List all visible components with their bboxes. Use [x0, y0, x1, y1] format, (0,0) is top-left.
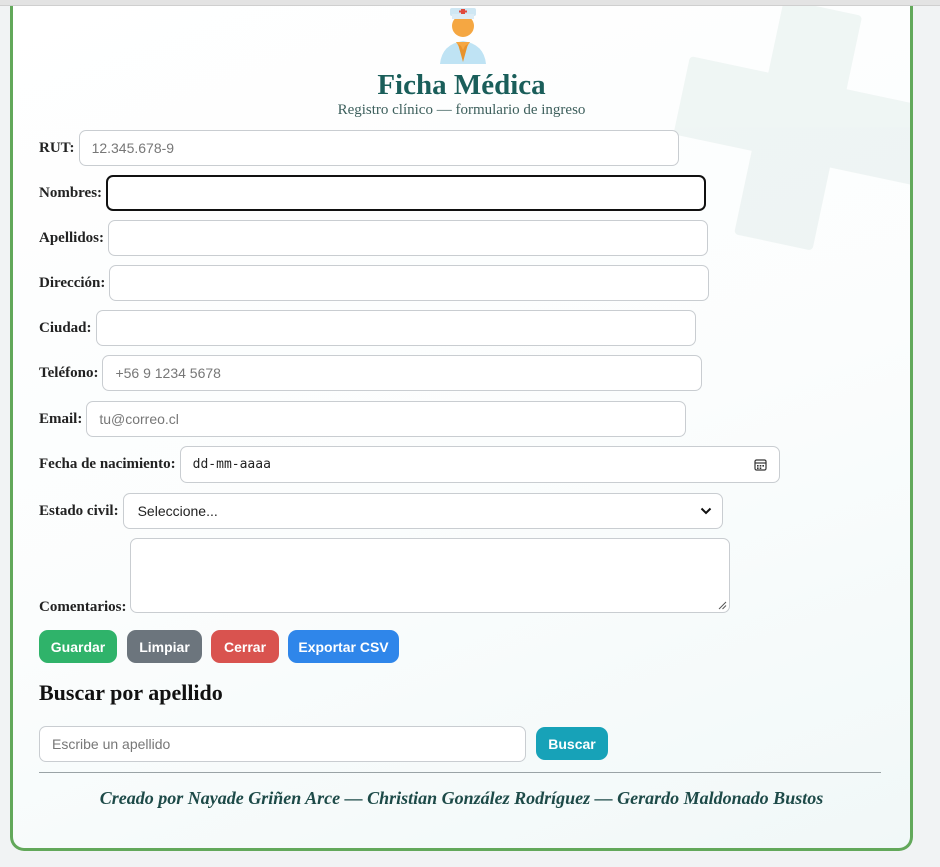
apellidos-input[interactable] — [108, 220, 709, 256]
estado-civil-row: Estado civil: Seleccione... — [39, 493, 723, 529]
footer-credits: Creado por Nayade Griñen Arce — Christia… — [99, 788, 824, 808]
page-subtitle: Registro clínico — formulario de ingreso — [337, 102, 586, 118]
fecha-row: Fecha de nacimiento: dd-mm-aaaa — [39, 446, 780, 483]
estado-civil-selected: Seleccione... — [137, 503, 218, 519]
rut-label: RUT: — [39, 139, 75, 156]
comentarios-textarea[interactable] — [130, 538, 731, 613]
buscar-button[interactable]: Buscar — [536, 727, 608, 760]
fecha-label: Fecha de nacimiento: — [39, 456, 176, 472]
telefono-input[interactable] — [102, 355, 703, 391]
ciudad-row: Ciudad: — [39, 310, 696, 346]
chevron-down-icon — [700, 507, 711, 515]
search-heading: Buscar por apellido — [39, 680, 223, 705]
page-title: Ficha Médica — [377, 69, 546, 101]
limpiar-button[interactable]: Limpiar — [127, 630, 202, 663]
estado-civil-label: Estado civil: — [39, 502, 119, 519]
direccion-label: Dirección: — [39, 274, 106, 291]
medical-form-card: Ficha Médica Registro clínico — formular… — [10, 6, 913, 851]
exportar-csv-button[interactable]: Exportar CSV — [288, 630, 399, 663]
comentarios-label: Comentarios: — [39, 599, 127, 615]
birthdate-value: dd-mm-aaaa — [192, 457, 271, 472]
doctor-avatar-icon — [440, 8, 486, 64]
apellidos-label: Apellidos: — [39, 229, 105, 246]
email-input[interactable] — [86, 401, 687, 437]
guardar-button[interactable]: Guardar — [39, 630, 117, 663]
rut-input[interactable] — [78, 130, 679, 166]
nombres-row: Nombres: — [39, 175, 707, 211]
rut-row: RUT: — [39, 130, 679, 166]
email-row: Email: — [39, 401, 687, 437]
cerrar-button[interactable]: Cerrar — [211, 630, 279, 663]
birthdate-input[interactable]: dd-mm-aaaa — [179, 446, 780, 483]
comentarios-row: Comentarios: — [39, 538, 731, 615]
search-surname-input[interactable] — [39, 726, 526, 762]
estado-civil-select[interactable]: Seleccione... — [122, 493, 723, 529]
ciudad-label: Ciudad: — [39, 319, 92, 336]
apellidos-row: Apellidos: — [39, 220, 709, 256]
email-label: Email: — [39, 410, 83, 427]
telefono-label: Teléfono: — [39, 364, 99, 381]
direccion-row: Dirección: — [39, 265, 710, 301]
footer-divider — [39, 772, 881, 773]
resize-handle-icon[interactable] — [718, 601, 727, 610]
nombres-input[interactable] — [106, 175, 707, 211]
ciudad-input[interactable] — [95, 310, 696, 346]
telefono-row: Teléfono: — [39, 355, 703, 391]
calendar-icon[interactable] — [754, 458, 767, 471]
nombres-label: Nombres: — [39, 184, 103, 201]
direccion-input[interactable] — [109, 265, 710, 301]
